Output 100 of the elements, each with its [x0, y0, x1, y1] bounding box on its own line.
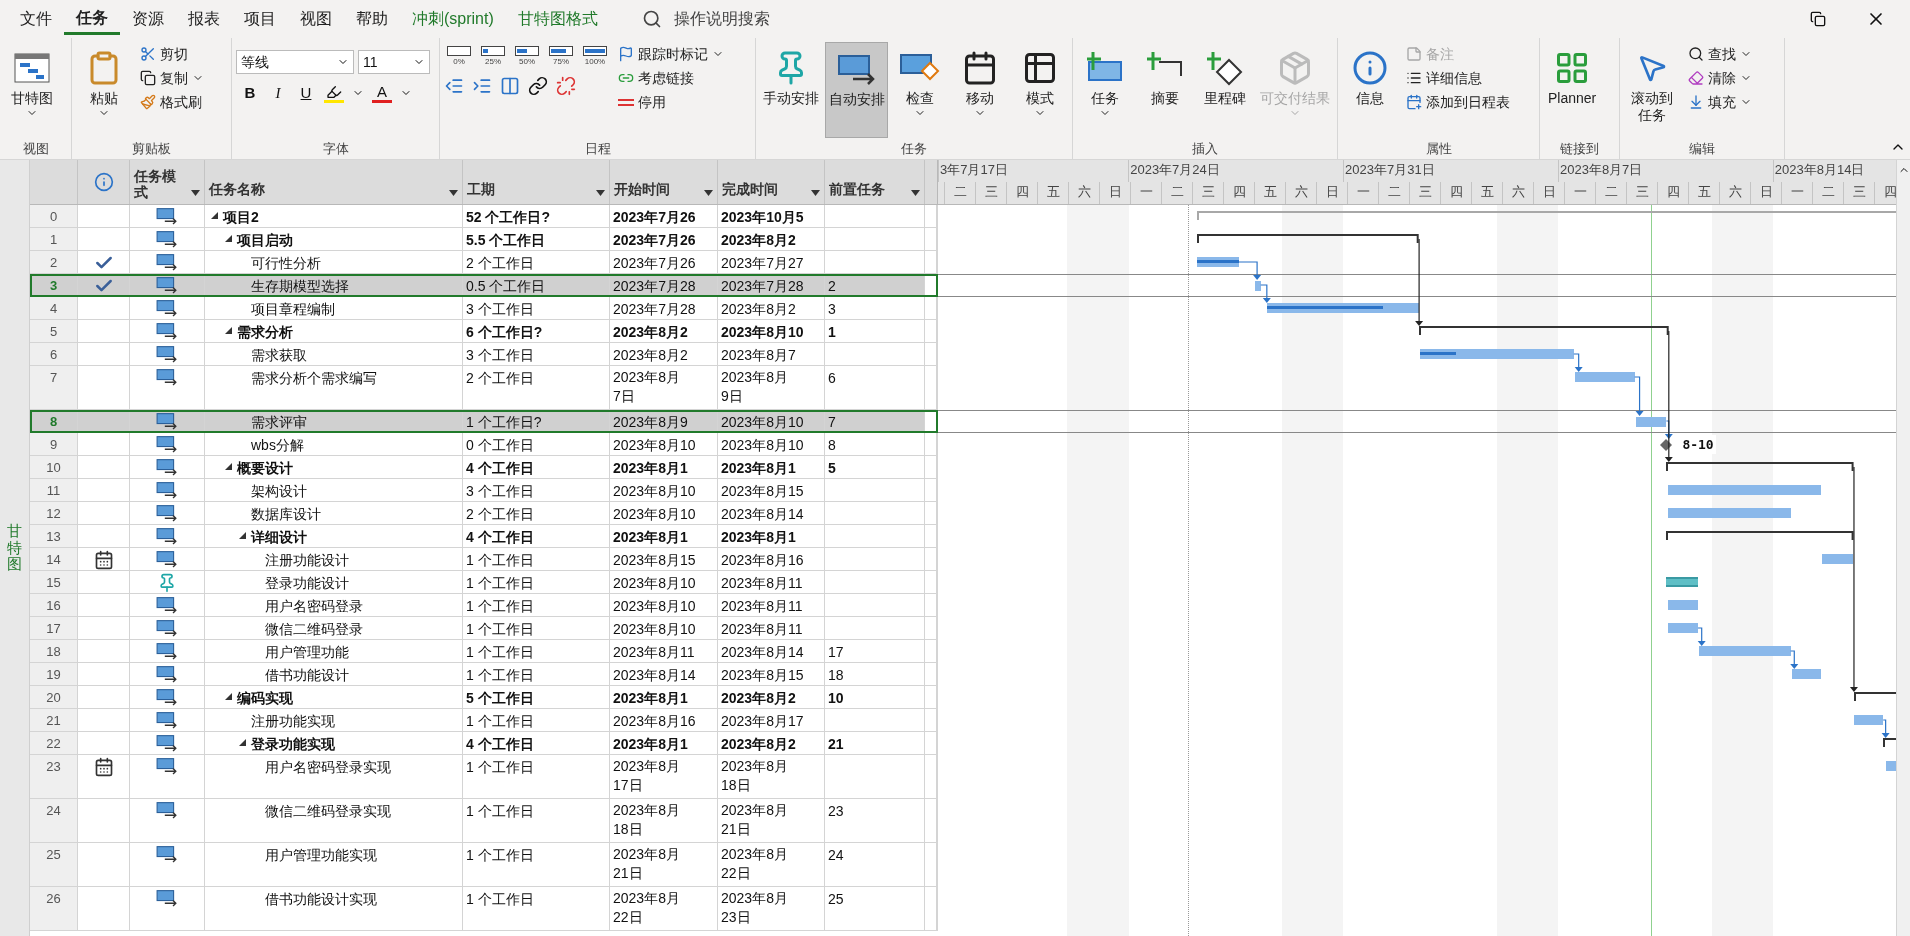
ribbon-button[interactable]: Planner [1544, 42, 1601, 138]
menu-tab[interactable]: 帮助 [344, 3, 400, 35]
task-bar [1635, 417, 1667, 427]
table-row[interactable]: 7 需求分析个需求编写 2 个工作日 2023年8月 7日 2023年8月 9日 6 [30, 366, 938, 410]
column-header[interactable]: 前置任务 [825, 160, 925, 204]
milestone-diamond [1660, 438, 1673, 451]
table-row[interactable]: 10 概要设计 4 个工作日 2023年8月1 2023年8月1 5 [30, 456, 938, 479]
table-row[interactable]: 5 需求分析 6 个工作日? 2023年8月2 2023年8月10 1 [30, 320, 938, 343]
collapse-triangle-icon[interactable] [225, 463, 232, 470]
ribbon-button[interactable]: 添加到日程表 [1402, 90, 1514, 114]
table-row[interactable]: 8 需求评审 1 个工作日? 2023年8月9 2023年8月10 7 [30, 410, 938, 433]
font-color-button[interactable]: A [372, 83, 392, 103]
split-task-icon[interactable] [500, 76, 520, 96]
table-row[interactable]: 24 微信二维码登录实现 1 个工作日 2023年8月 18日 2023年8月 21日 23 [30, 799, 938, 843]
table-row[interactable]: 12 数据库设计 2 个工作日 2023年8月10 2023年8月14 [30, 502, 938, 525]
highlight-icon[interactable] [324, 83, 344, 103]
table-row[interactable]: 26 借书功能设计实现 1 个工作日 2023年8月 22日 2023年8月 23日 25 [30, 887, 938, 931]
column-header[interactable]: 任务模式 [130, 160, 205, 204]
ribbon-button[interactable]: 任务 [1077, 42, 1133, 138]
auto-schedule-icon [836, 53, 877, 85]
ribbon-button[interactable]: 填充 [1684, 90, 1756, 114]
collapse-triangle-icon[interactable] [239, 532, 246, 539]
menu-tab[interactable]: 冲刺(sprint) [400, 3, 506, 35]
percent-complete-button[interactable]: 50% [512, 46, 542, 68]
menu-tab[interactable]: 甘特图格式 [505, 3, 610, 35]
table-row[interactable]: 19 借书功能设计 1 个工作日 2023年8月14 2023年8月15 18 [30, 663, 938, 686]
table-row[interactable]: 3 生存期模型选择 0.5 个工作日 2023年7月28 2023年7月28 2 [30, 274, 938, 297]
column-header[interactable]: 开始时间 [610, 160, 718, 204]
table-row[interactable]: 15 登录功能设计 1 个工作日 2023年8月10 2023年8月11 [30, 571, 938, 594]
table-row[interactable]: 1 项目启动 5.5 个工作日 2023年7月26 2023年8月2 [30, 228, 938, 251]
bold-button[interactable]: B [240, 82, 260, 105]
column-header[interactable]: 任务名称 [205, 160, 463, 204]
ribbon-button[interactable]: 甘特图 [4, 42, 60, 138]
ribbon-button[interactable]: 滚动到任务 [1624, 42, 1680, 138]
font-family-select[interactable]: 等线 [236, 50, 354, 74]
percent-complete-button[interactable]: 0% [444, 46, 474, 68]
table-row[interactable]: 11 架构设计 3 个工作日 2023年8月10 2023年8月15 [30, 479, 938, 502]
ribbon-button[interactable]: 信息 [1342, 42, 1398, 138]
menu-tab[interactable]: 项目 [232, 3, 288, 35]
table-row[interactable]: 20 编码实现 5 个工作日 2023年8月1 2023年8月2 10 [30, 686, 938, 709]
table-row[interactable]: 25 用户管理功能实现 1 个工作日 2023年8月 21日 2023年8月 22日 24 [30, 843, 938, 887]
ribbon-button[interactable]: 考虑链接 [614, 66, 728, 90]
collapse-triangle-icon[interactable] [225, 693, 232, 700]
table-row[interactable]: 6 需求获取 3 个工作日 2023年8月2 2023年8月7 [30, 343, 938, 366]
table-row[interactable]: 18 用户管理功能 1 个工作日 2023年8月11 2023年8月14 17 [30, 640, 938, 663]
table-row[interactable]: 23 用户名密码登录实现 1 个工作日 2023年8月 17日 2023年8月 18日 [30, 755, 938, 799]
search-field[interactable]: 操作说明搜索 [673, 7, 834, 31]
ribbon-button[interactable]: 里程碑 [1197, 42, 1253, 138]
table-row[interactable]: 9 wbs分解 0 个工作日 2023年8月10 2023年8月10 8 [30, 433, 938, 456]
collapse-triangle-icon[interactable] [225, 235, 232, 242]
link-icon[interactable] [528, 76, 548, 96]
ribbon-button[interactable]: 移动 [952, 42, 1008, 138]
menu-tab[interactable]: 资源 [120, 3, 176, 35]
table-row[interactable]: 13 详细设计 4 个工作日 2023年8月1 2023年8月1 [30, 525, 938, 548]
unlink-icon[interactable] [556, 76, 576, 96]
percent-complete-button[interactable]: 100% [580, 46, 610, 68]
table-row[interactable]: 2 可行性分析 2 个工作日 2023年7月26 2023年7月27 [30, 251, 938, 274]
ribbon-button[interactable]: 跟踪时标记 [614, 42, 728, 66]
ribbon-button[interactable]: 剪切 [136, 42, 208, 66]
timescale-day: 四 [1657, 182, 1688, 204]
ribbon-button[interactable]: 复制 [136, 66, 208, 90]
column-header[interactable]: 完成时间 [718, 160, 825, 204]
column-header[interactable]: 工期 [463, 160, 610, 204]
table-row[interactable]: 21 注册功能实现 1 个工作日 2023年8月16 2023年8月17 [30, 709, 938, 732]
menu-tab[interactable]: 视图 [288, 3, 344, 35]
duration-cell-text: 2 个工作日 [466, 254, 534, 273]
table-row[interactable]: 17 微信二维码登录 1 个工作日 2023年8月10 2023年8月11 [30, 617, 938, 640]
collapse-triangle-icon[interactable] [239, 739, 246, 746]
percent-complete-button[interactable]: 25% [478, 46, 508, 68]
ribbon-button[interactable]: 查找 [1684, 42, 1756, 66]
underline-button[interactable]: U [296, 82, 316, 105]
ribbon-button[interactable]: 格式刷 [136, 90, 208, 114]
ribbon-button[interactable]: 停用 [614, 90, 728, 114]
ribbon-button[interactable]: 粘贴 [76, 42, 132, 138]
ribbon-button[interactable]: 手动安排 [760, 42, 821, 138]
scrollbar[interactable] [1896, 160, 1910, 936]
table-row[interactable]: 0 项目2 52 个工作日? 2023年7月26 2023年10月5 [30, 205, 938, 228]
table-row[interactable]: 22 登录功能实现 4 个工作日 2023年8月1 2023年8月2 21 [30, 732, 938, 755]
restore-window-icon[interactable] [1810, 11, 1826, 27]
duration-cell-text: 4 个工作日 [466, 528, 534, 547]
menu-tab[interactable]: 报表 [176, 3, 232, 35]
finish-date-cell-text: 2023年8月1 [721, 459, 796, 478]
table-row[interactable]: 14 注册功能设计 1 个工作日 2023年8月15 2023年8月16 [30, 548, 938, 571]
collapse-triangle-icon[interactable] [211, 212, 218, 219]
ribbon-button[interactable]: 模式 [1012, 42, 1068, 138]
table-row[interactable]: 4 项目章程编制 3 个工作日 2023年7月28 2023年8月2 3 [30, 297, 938, 320]
indent-icon[interactable] [472, 76, 492, 96]
font-size-select[interactable]: 11 [358, 50, 430, 74]
ribbon-button[interactable]: 检查 [892, 42, 948, 138]
ribbon-button[interactable]: 清除 [1684, 66, 1756, 90]
ribbon-button[interactable]: 摘要 [1137, 42, 1193, 138]
italic-button[interactable]: I [268, 82, 288, 105]
collapse-triangle-icon[interactable] [225, 327, 232, 334]
table-row[interactable]: 16 用户名密码登录 1 个工作日 2023年8月10 2023年8月11 [30, 594, 938, 617]
percent-complete-button[interactable]: 75% [546, 46, 576, 68]
outdent-icon[interactable] [444, 76, 464, 96]
menu-tab[interactable]: 任务 [64, 3, 120, 35]
ribbon-button[interactable]: 自动安排 [825, 42, 888, 138]
menu-tab[interactable]: 文件 [8, 3, 64, 35]
ribbon-button[interactable]: 详细信息 [1402, 66, 1514, 90]
